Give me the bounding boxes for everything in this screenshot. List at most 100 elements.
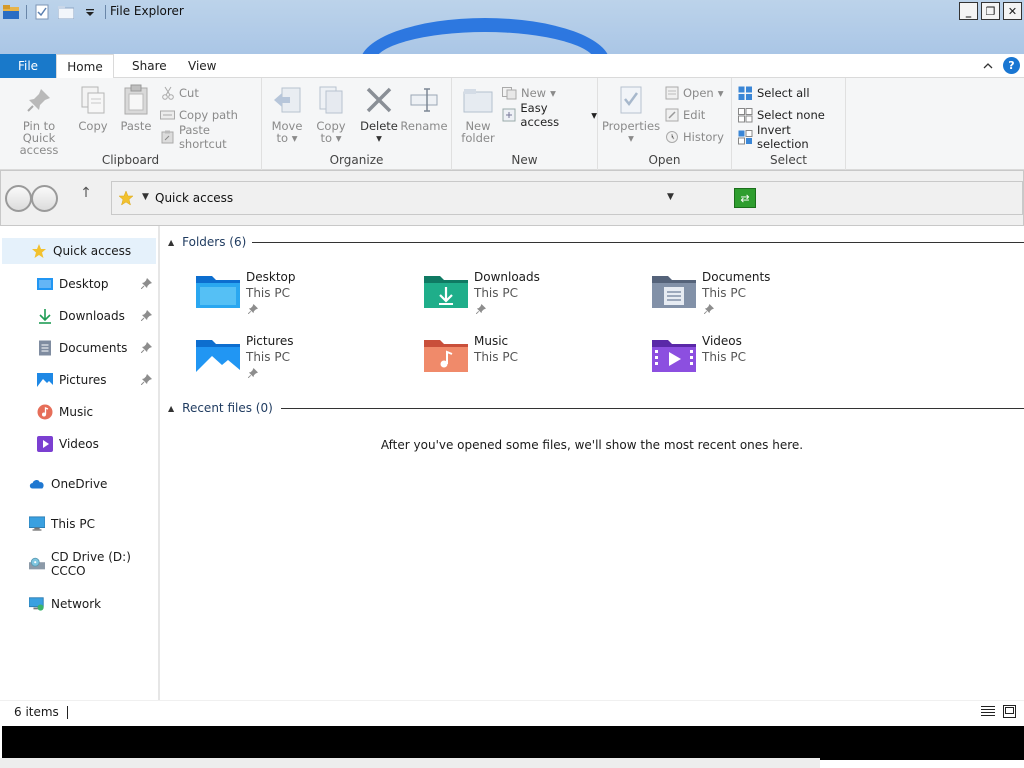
folder-tile-music[interactable]: Music This PC <box>424 332 634 384</box>
cloud-icon <box>29 476 45 492</box>
help-icon[interactable]: ? <box>1003 57 1020 74</box>
title-bar: File Explorer _ ❐ ✕ <box>0 0 1024 54</box>
open-label: Open <box>683 86 714 100</box>
address-history-dropdown-icon[interactable]: ▼ <box>667 192 674 202</box>
sidebar-item-label: OneDrive <box>51 477 108 491</box>
folder-tile-pictures[interactable]: Pictures This PC <box>196 332 406 384</box>
documents-icon <box>37 340 53 356</box>
properties-dropdown-arrow: ▾ <box>628 131 634 145</box>
window-title: File Explorer <box>110 4 184 18</box>
folder-name: Pictures <box>246 334 294 348</box>
sidebar-item-videos[interactable]: Videos <box>0 431 158 457</box>
status-bar: 6 items <box>0 700 1024 724</box>
tab-view[interactable]: View <box>174 54 230 78</box>
pin-to-quick-access-button[interactable]: Pin to Quick access <box>6 84 72 156</box>
sidebar-item-quick-access[interactable]: Quick access <box>2 238 156 264</box>
group-organize: Move to ▾ Copy to ▾ Delete ▾ Rename Orga… <box>262 78 452 170</box>
properties-button[interactable]: Properties ▾ <box>602 84 660 144</box>
paste-shortcut-icon <box>160 130 175 145</box>
navigation-pane: Quick access Desktop Downloads Documents <box>0 226 160 700</box>
new-folder-button[interactable]: New folder <box>458 84 498 144</box>
folder-location: This PC <box>246 286 290 300</box>
sidebar-item-label: Music <box>59 405 94 419</box>
easy-access-button[interactable]: Easy access ▾ <box>502 101 597 129</box>
large-icons-view-icon[interactable] <box>1003 705 1016 721</box>
move-to-button[interactable]: Move to ▾ <box>268 84 306 144</box>
collapse-ribbon-chevron-icon[interactable] <box>983 59 993 73</box>
window-controls: _ ❐ ✕ <box>959 2 1022 20</box>
sidebar-item-desktop[interactable]: Desktop <box>0 271 158 297</box>
taskbar <box>2 726 1024 760</box>
open-button[interactable]: Open ▾ <box>664 84 724 102</box>
sidebar-item-documents[interactable]: Documents <box>0 335 158 361</box>
recent-files-section-header[interactable]: ▲ Recent files (0) <box>168 400 1024 416</box>
folder-tile-desktop[interactable]: Desktop This PC <box>196 268 406 320</box>
bottom-strip <box>0 758 820 768</box>
pictures-folder-icon <box>196 336 240 374</box>
sidebar-item-downloads[interactable]: Downloads <box>0 303 158 329</box>
history-button[interactable]: History <box>664 128 724 146</box>
paste-shortcut-button[interactable]: Paste shortcut <box>160 123 261 151</box>
back-button[interactable] <box>5 185 32 212</box>
select-all-button[interactable]: Select all <box>738 84 810 102</box>
sidebar-item-pictures[interactable]: Pictures <box>0 367 158 393</box>
folder-location: This PC <box>702 350 746 364</box>
ribbon-home: Pin to Quick access Copy Paste Cut Copy … <box>0 78 1024 170</box>
sidebar-item-this-pc[interactable]: This PC <box>0 511 158 537</box>
ribbon-tabs: File Home Share View ? <box>0 54 1024 79</box>
music-folder-icon <box>424 336 468 374</box>
sidebar-item-cd-drive[interactable]: CD Drive (D:) CCCO <box>0 550 158 578</box>
restore-button[interactable]: ❐ <box>981 2 1000 20</box>
up-button[interactable]: ↑ <box>77 185 95 209</box>
select-none-button[interactable]: Select none <box>738 106 825 124</box>
breadcrumb-quick-access[interactable]: Quick access <box>155 191 233 205</box>
minimize-button[interactable]: _ <box>959 2 978 20</box>
status-separator <box>67 706 68 719</box>
details-view-icon[interactable] <box>981 705 995 721</box>
select-none-icon <box>738 107 753 123</box>
tab-home[interactable]: Home <box>56 54 114 79</box>
copy-path-button[interactable]: Copy path <box>160 106 238 124</box>
sidebar-item-onedrive[interactable]: OneDrive <box>0 471 158 497</box>
copy-label: Copy <box>78 119 108 133</box>
folder-tile-downloads[interactable]: Downloads This PC <box>424 268 634 320</box>
sidebar-item-music[interactable]: Music <box>0 399 158 425</box>
sidebar-item-label: Network <box>51 597 102 611</box>
refresh-icon[interactable]: ⇄ <box>734 188 756 208</box>
folder-location: This PC <box>474 286 518 300</box>
invert-selection-button[interactable]: Invert selection <box>738 123 845 151</box>
sidebar-item-network[interactable]: Network <box>0 591 158 617</box>
new-item-button[interactable]: New ▾ <box>502 84 556 102</box>
tab-file[interactable]: File <box>0 54 56 78</box>
rename-button[interactable]: Rename <box>400 84 448 132</box>
view-switcher <box>981 705 1016 721</box>
folder-tile-documents[interactable]: Documents This PC <box>652 268 862 320</box>
pin-label-line1: Pin to Quick <box>22 119 56 145</box>
copy-to-button[interactable]: Copy to ▾ <box>312 84 350 144</box>
properties-check-icon[interactable] <box>33 3 51 21</box>
folder-location: This PC <box>474 350 518 364</box>
close-button[interactable]: ✕ <box>1003 2 1022 20</box>
sidebar-item-label: Documents <box>59 341 128 355</box>
edit-label: Edit <box>683 108 706 122</box>
tab-share[interactable]: Share <box>118 54 181 78</box>
breadcrumb-caret-icon[interactable]: ▼ <box>142 192 149 202</box>
desktop-folder-icon <box>196 272 240 310</box>
clipboard-group-label: Clipboard <box>101 153 160 167</box>
address-bar[interactable]: ▼ Quick access ▼ ⇄ <box>111 181 1023 215</box>
folder-tile-videos[interactable]: Videos This PC <box>652 332 862 384</box>
new-folder-icon[interactable] <box>57 3 75 21</box>
sidebar-item-label: Desktop <box>59 277 109 291</box>
folders-section-header[interactable]: ▲ Folders (6) <box>168 234 1024 250</box>
sidebar-item-label: CD Drive (D:) CCCO <box>51 550 131 578</box>
copy-button[interactable]: Copy <box>74 84 112 132</box>
paste-button[interactable]: Paste <box>116 84 156 132</box>
wallpaper-swirl <box>360 18 610 54</box>
forward-button[interactable] <box>31 185 58 212</box>
desktop-icon <box>37 276 53 292</box>
qat-customize-icon[interactable] <box>81 3 99 21</box>
edit-button[interactable]: Edit <box>664 106 705 124</box>
cut-button[interactable]: Cut <box>160 84 199 102</box>
delete-button[interactable]: Delete ▾ <box>358 84 400 144</box>
move-to-label-2: to ▾ <box>276 131 298 145</box>
